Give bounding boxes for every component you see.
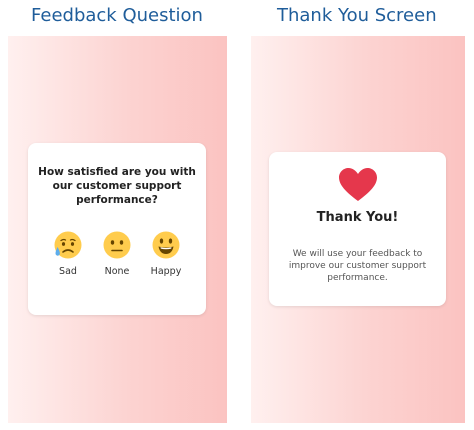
thank-you-screen-title: Thank You Screen: [277, 5, 437, 26]
neutral-face-icon: [95, 230, 139, 260]
rating-option-none[interactable]: None: [95, 230, 139, 277]
thank-you-heading: Thank You!: [316, 210, 399, 225]
thank-you-card: Thank You! We will use your feedback to …: [269, 152, 446, 306]
happy-face-icon: [144, 230, 188, 260]
rating-label-happy: Happy: [150, 266, 182, 277]
rating-option-happy[interactable]: Happy: [144, 230, 188, 277]
rating-label-none: None: [104, 266, 130, 277]
sad-sweat-face-icon: [46, 230, 90, 260]
feedback-question-text: How satisfied are you with our customer …: [38, 166, 196, 206]
heart-icon: [338, 167, 378, 208]
rating-label-sad: Sad: [59, 266, 77, 277]
thank-you-message: We will use your feedback to improve our…: [288, 249, 427, 283]
rating-option-sad[interactable]: Sad: [46, 230, 90, 277]
feedback-card: How satisfied are you with our customer …: [28, 143, 206, 315]
feedback-question-title: Feedback Question: [31, 5, 203, 26]
